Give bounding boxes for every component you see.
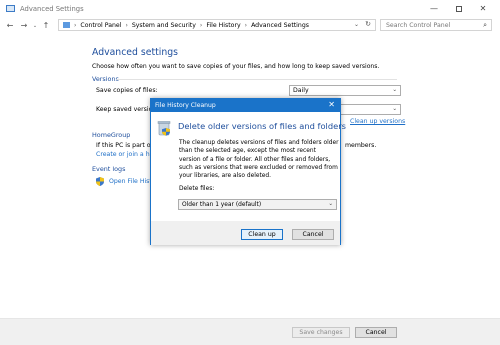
chevron-down-icon: ⌄	[392, 106, 397, 112]
file-history-cleanup-dialog: File History Cleanup ✕ Delete older vers…	[150, 98, 346, 245]
breadcrumb-chevron-icon: ›	[199, 21, 203, 29]
clean-up-button[interactable]: Clean up	[241, 229, 283, 240]
homegroup-members-text: members.	[345, 142, 377, 149]
chevron-down-icon: ⌄	[392, 87, 397, 93]
section-divider	[117, 79, 397, 80]
save-changes-button[interactable]: Save changes	[292, 327, 350, 338]
save-copies-label: Save copies of files:	[96, 87, 158, 94]
folder-icon	[63, 22, 70, 28]
dialog-description: The cleanup deletes versions of files an…	[179, 140, 339, 180]
breadcrumb-system-security[interactable]: System and Security	[132, 22, 196, 29]
address-bar[interactable]: › Control Panel › System and Security › …	[58, 19, 376, 31]
delete-files-label: Delete files:	[179, 186, 215, 192]
recycle-bin-shield-icon	[157, 121, 171, 136]
homegroup-text: If this PC is part of	[96, 142, 153, 149]
footer-bar	[0, 318, 500, 345]
window-title: Advanced Settings	[20, 4, 84, 13]
search-input[interactable]: Search Control Panel ⌕	[380, 19, 492, 31]
breadcrumb-control-panel[interactable]: Control Panel	[80, 22, 121, 29]
save-copies-dropdown[interactable]: Daily ⌄	[289, 85, 401, 96]
breadcrumb-chevron-icon: ›	[244, 21, 248, 29]
dialog-heading: Delete older versions of files and folde…	[178, 121, 346, 131]
forward-arrow-icon[interactable]: →	[17, 19, 31, 33]
back-arrow-icon[interactable]: ←	[3, 19, 17, 33]
clean-up-versions-link[interactable]: Clean up versions	[350, 118, 405, 125]
save-copies-value: Daily	[293, 87, 309, 94]
breadcrumb-file-history[interactable]: File History	[206, 22, 240, 29]
event-logs-section-header: Event logs	[92, 165, 126, 173]
delete-files-value: Older than 1 year (default)	[182, 201, 262, 208]
maximize-button[interactable]	[448, 0, 470, 17]
search-placeholder: Search Control Panel	[386, 21, 451, 29]
breadcrumb-advanced-settings[interactable]: Advanced Settings	[251, 22, 309, 29]
refresh-icon[interactable]: ↻	[365, 20, 371, 28]
keep-saved-label: Keep saved versio	[96, 106, 153, 113]
page-title: Advanced settings	[92, 47, 178, 58]
create-join-homegroup-link[interactable]: Create or join a ho	[96, 151, 153, 158]
page-description: Choose how often you want to save copies…	[92, 63, 380, 70]
dialog-cancel-button[interactable]: Cancel	[292, 229, 334, 240]
dialog-title: File History Cleanup	[155, 102, 216, 109]
address-dropdown-icon[interactable]: ⌄	[354, 21, 359, 28]
dialog-title-bar: File History Cleanup ✕	[151, 99, 340, 112]
minimize-button[interactable]: —	[423, 0, 445, 17]
chevron-down-icon[interactable]: ⌄	[31, 19, 39, 33]
chevron-down-icon: ⌄	[328, 201, 333, 207]
dialog-close-icon[interactable]: ✕	[328, 100, 335, 109]
open-file-history-event-logs-link[interactable]: Open File Histo	[109, 178, 156, 185]
breadcrumb-chevron-icon: ›	[125, 21, 128, 29]
cancel-button[interactable]: Cancel	[355, 327, 397, 338]
maximize-icon	[456, 5, 462, 12]
versions-section-header: Versions	[92, 75, 402, 83]
up-arrow-icon[interactable]: ↑	[39, 19, 53, 33]
close-window-button[interactable]: ✕	[472, 0, 494, 17]
delete-files-dropdown[interactable]: Older than 1 year (default) ⌄	[178, 199, 337, 210]
uac-shield-icon	[96, 177, 104, 186]
control-panel-app-icon	[6, 5, 15, 12]
search-icon: ⌕	[483, 21, 487, 29]
breadcrumb-chevron-icon: ›	[74, 21, 77, 29]
versions-header-label: Versions	[92, 75, 119, 83]
homegroup-section-header: HomeGroup	[92, 131, 131, 139]
